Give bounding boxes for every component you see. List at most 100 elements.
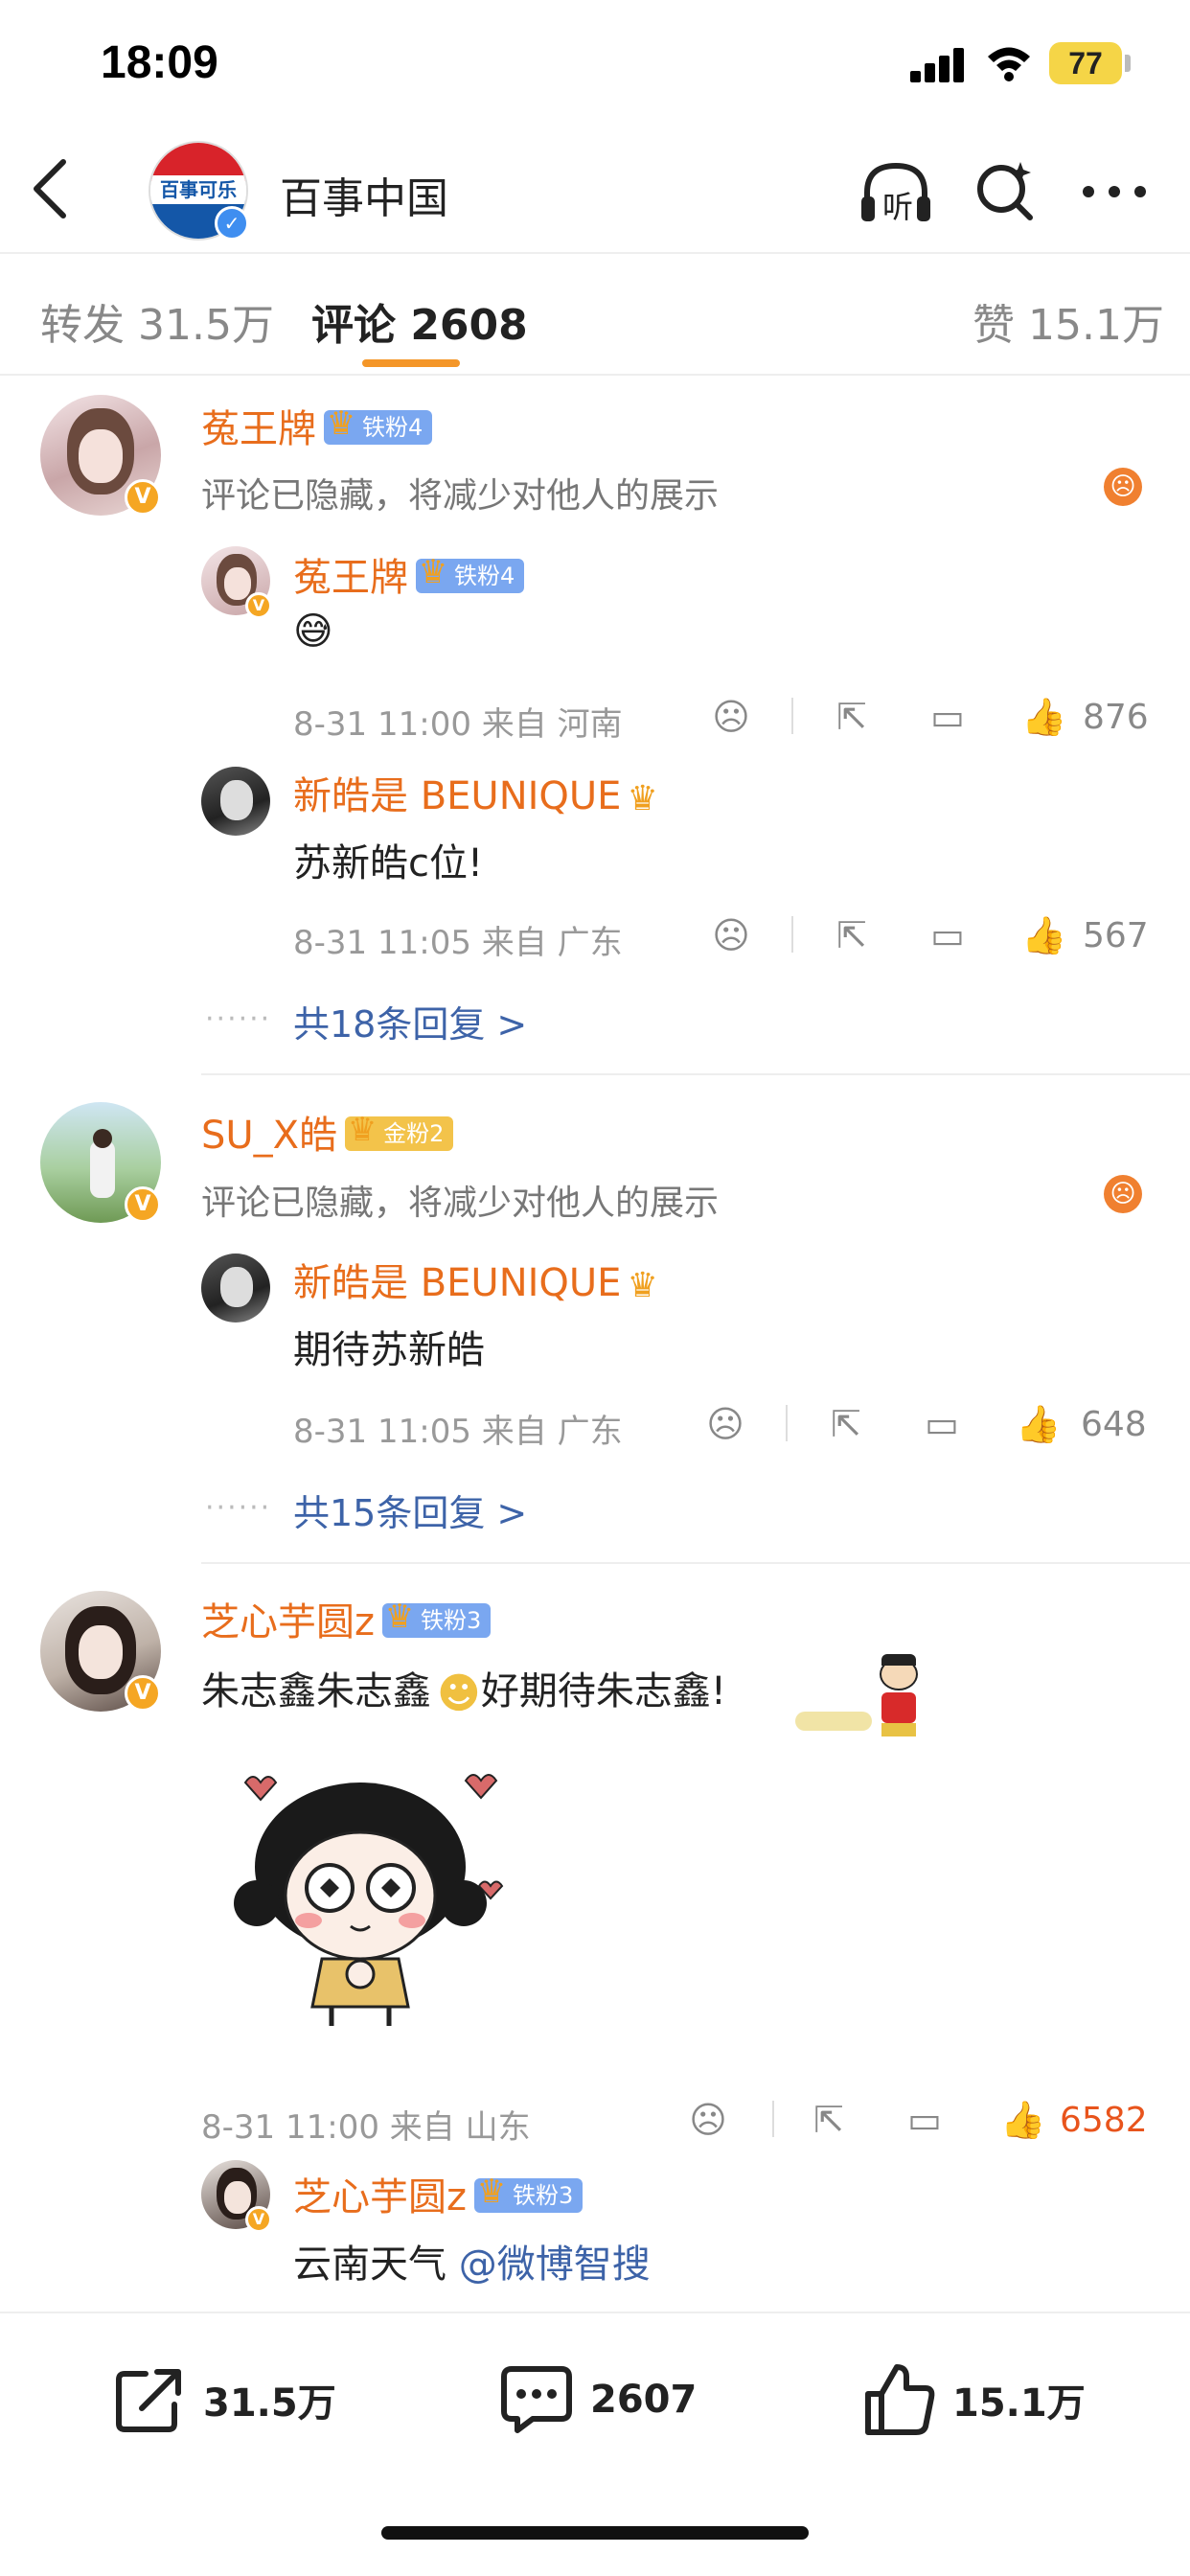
page-header: 百事可乐 ✓ 百事中国 听 bbox=[0, 129, 1190, 254]
like-count: 648 bbox=[1081, 1405, 1147, 1444]
share-icon[interactable]: ⇱ bbox=[830, 695, 874, 739]
crown-icon: ♛ bbox=[418, 553, 448, 591]
search-icon[interactable] bbox=[973, 158, 1040, 225]
reply-meta: 8-31 11:05 来自 广东 bbox=[293, 1413, 623, 1451]
angry-icon[interactable]: ☹ bbox=[1104, 468, 1142, 506]
tab-bar: 转发 31.5万 评论 2608 赞 15.1万 bbox=[0, 256, 1190, 376]
comment-icon[interactable]: ▭ bbox=[903, 2098, 947, 2142]
headphones-icon[interactable]: 听 bbox=[858, 158, 934, 227]
divider bbox=[772, 2101, 774, 2137]
reply-username[interactable]: 新皓是 BEUNIQUE ♛ bbox=[293, 1252, 658, 1307]
tab-active-indicator bbox=[362, 359, 460, 367]
sticker-icon bbox=[795, 1654, 929, 1740]
comment-username[interactable]: 芝心芋圆z ♛ 铁粉3 bbox=[201, 1591, 492, 1646]
comment-divider bbox=[201, 1562, 1190, 1564]
dislike-icon[interactable]: ☹ bbox=[686, 2098, 730, 2142]
more-icon[interactable] bbox=[1081, 182, 1148, 201]
reply-text: 😅 bbox=[293, 610, 333, 654]
share-icon[interactable]: ⇱ bbox=[824, 1402, 868, 1446]
divider bbox=[791, 916, 793, 953]
divider bbox=[786, 1405, 788, 1441]
comment-text: 朱志鑫朱志鑫 ☻好期待朱志鑫! bbox=[201, 1668, 726, 1718]
crown-icon: ♛ bbox=[326, 404, 356, 443]
tab-likes[interactable]: 赞 15.1万 bbox=[973, 290, 1164, 352]
status-time: 18:09 bbox=[101, 37, 218, 88]
account-name[interactable]: 百事中国 bbox=[280, 164, 448, 225]
dislike-icon[interactable]: ☹ bbox=[709, 695, 753, 739]
comment-button[interactable]: 2607 bbox=[498, 2361, 697, 2438]
like-icon bbox=[865, 2364, 935, 2435]
listen-label: 听 bbox=[881, 189, 913, 225]
tab-reposts[interactable]: 转发 31.5万 bbox=[40, 290, 274, 352]
reply-meta: 8-31 11:05 来自 广东 bbox=[293, 924, 623, 962]
battery-cap bbox=[1125, 55, 1131, 72]
reply-meta: 8-31 11:00 来自 河南 bbox=[293, 705, 623, 744]
dots-separator: ······ bbox=[205, 1491, 272, 1525]
dislike-icon[interactable]: ☹ bbox=[709, 913, 753, 957]
like-icon[interactable]: 👍 bbox=[1021, 695, 1066, 739]
comment-meta: 8-31 11:00 来自 山东 bbox=[201, 2108, 531, 2147]
comment-divider bbox=[201, 1073, 1190, 1075]
comment-username[interactable]: 菟王牌 ♛ 铁粉4 bbox=[201, 398, 433, 453]
share-icon[interactable]: ⇱ bbox=[807, 2098, 851, 2142]
divider bbox=[791, 698, 793, 734]
more-replies-link[interactable]: 共15条回复 > bbox=[293, 1484, 527, 1536]
sticker-image bbox=[234, 1774, 504, 2026]
like-count: 876 bbox=[1083, 698, 1149, 737]
share-icon[interactable]: ⇱ bbox=[830, 913, 874, 957]
verified-icon: V bbox=[245, 592, 272, 619]
like-icon[interactable]: 👍 bbox=[1016, 1402, 1061, 1446]
hidden-comment-text: 评论已隐藏，将减少对他人的展示 bbox=[201, 476, 720, 516]
dots-separator: ······ bbox=[205, 1002, 272, 1036]
mention-link[interactable]: @微博智搜 bbox=[459, 2242, 651, 2287]
verified-icon: V bbox=[125, 1186, 161, 1223]
angry-icon[interactable]: ☹ bbox=[1104, 1175, 1142, 1213]
crown-icon: ♛ bbox=[627, 778, 658, 818]
fan-badge: ♛ 金粉2 bbox=[345, 1111, 454, 1151]
reply-username[interactable]: 芝心芋圆z ♛ 铁粉3 bbox=[293, 2166, 584, 2221]
reply-username[interactable]: 新皓是 BEUNIQUE ♛ bbox=[293, 765, 658, 820]
crown-icon: ♛ bbox=[627, 1265, 658, 1305]
verified-icon: ✓ bbox=[215, 206, 249, 241]
wifi-icon bbox=[988, 47, 1030, 81]
reply-avatar[interactable] bbox=[201, 1254, 270, 1322]
reply-avatar[interactable] bbox=[201, 767, 270, 836]
comment-icon[interactable]: ▭ bbox=[920, 1402, 964, 1446]
fan-badge: ♛ 铁粉4 bbox=[324, 404, 433, 445]
comment-username[interactable]: SU_X皓 ♛ 金粉2 bbox=[201, 1104, 454, 1160]
dislike-icon[interactable]: ☹ bbox=[703, 1402, 747, 1446]
verified-icon: V bbox=[245, 2206, 272, 2233]
like-count: 15.1万 bbox=[952, 2381, 1086, 2426]
comment-count: 2607 bbox=[590, 2378, 698, 2422]
back-icon[interactable] bbox=[29, 158, 71, 219]
share-icon bbox=[116, 2369, 181, 2432]
more-replies-link[interactable]: 共18条回复 > bbox=[293, 995, 527, 1047]
like-icon[interactable]: 👍 bbox=[1021, 913, 1066, 957]
battery-indicator: 77 bbox=[1049, 42, 1122, 84]
signal-icon bbox=[910, 48, 966, 82]
like-count: 6582 bbox=[1060, 2101, 1148, 2140]
like-count: 567 bbox=[1083, 916, 1149, 955]
comment-icon[interactable]: ▭ bbox=[926, 695, 970, 739]
home-indicator bbox=[381, 2526, 809, 2540]
reply-text: 苏新皓c位! bbox=[293, 841, 484, 886]
emoji-icon: ☻ bbox=[437, 1668, 481, 1718]
repost-button[interactable]: 31.5万 bbox=[113, 2361, 336, 2438]
repost-count: 31.5万 bbox=[203, 2381, 336, 2426]
verified-icon: V bbox=[125, 1675, 161, 1712]
crown-icon: ♛ bbox=[347, 1111, 378, 1149]
fan-badge: ♛ 铁粉4 bbox=[416, 553, 525, 593]
like-icon[interactable]: 👍 bbox=[1000, 2098, 1045, 2142]
reply-text: 期待苏新皓 bbox=[293, 1328, 485, 1372]
like-button[interactable]: 15.1万 bbox=[862, 2361, 1086, 2438]
crown-icon: ♛ bbox=[384, 1598, 415, 1636]
reply-username[interactable]: 菟王牌 ♛ 铁粉4 bbox=[293, 546, 525, 602]
status-bar: 18:09 77 bbox=[0, 0, 1190, 129]
tab-comments[interactable]: 评论 2608 bbox=[311, 290, 528, 352]
hidden-comment-text: 评论已隐藏，将减少对他人的展示 bbox=[201, 1184, 720, 1223]
fan-badge: ♛ 铁粉3 bbox=[474, 2173, 584, 2213]
comment-icon[interactable]: ▭ bbox=[926, 913, 970, 957]
comment-icon bbox=[501, 2366, 572, 2433]
crown-icon: ♛ bbox=[476, 2173, 507, 2211]
reply-text: 云南天气 @微博智搜 bbox=[293, 2242, 651, 2287]
